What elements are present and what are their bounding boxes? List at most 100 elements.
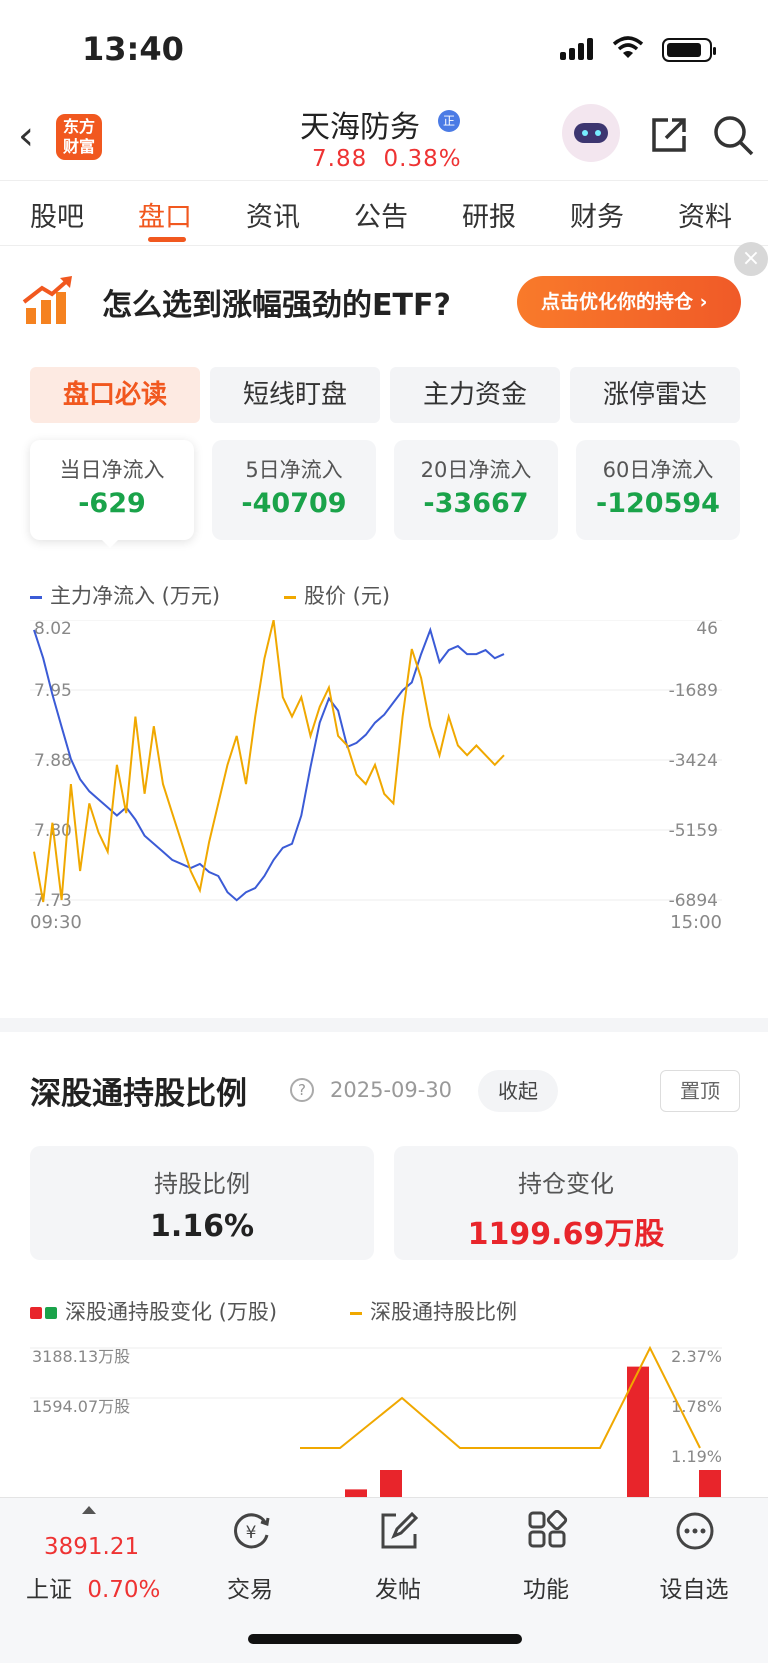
section-divider: [0, 1018, 768, 1032]
nav-post-label: 发帖: [375, 1577, 421, 1603]
intraday-flow-chart[interactable]: 8.02 467.95 -16897.88 -34247.80 -51597.73 -68…: [0, 620, 768, 1000]
flow-card-5d[interactable]: 5日净流入 -40709: [212, 440, 376, 540]
edit-icon: [381, 1511, 419, 1549]
left-tick-label: 1594.07万股: [32, 1397, 130, 1416]
flow-value: -33667: [423, 488, 529, 519]
legend-flow: 主力净流入 (万元): [30, 580, 220, 610]
flow-label: 当日净流入: [59, 458, 165, 482]
subtab-main-funds[interactable]: 主力资金: [390, 367, 560, 423]
price-change: 0.38%: [383, 146, 462, 172]
legend-holding-change: 深股通持股变化 (万股): [30, 1296, 277, 1326]
holding-bar-chart[interactable]: 3188.13万股1594.07万股2.37%1.78%1.19%: [0, 1340, 768, 1500]
index-change: 0.70%: [87, 1577, 161, 1603]
card-pointer: [100, 538, 120, 548]
collapse-button[interactable]: 收起: [478, 1070, 558, 1112]
flow-value: -120594: [596, 488, 720, 519]
battery-icon: [662, 38, 716, 62]
share-icon[interactable]: [648, 114, 690, 156]
price-series-line: [33, 620, 505, 903]
header: ‹ 东方财富 天海防务 正 7.88 0.38%: [0, 96, 768, 180]
stock-name: 天海防务: [300, 110, 420, 145]
index-value[interactable]: 3891.21: [44, 1534, 139, 1560]
x-tick-label: 15:00: [670, 912, 722, 933]
main-tabs: 股吧 盘口 资讯 公告 研报 财务 资料: [0, 180, 768, 246]
flow-card-today[interactable]: 当日净流入 -629: [30, 440, 194, 540]
change-label: 持仓变化: [518, 1170, 614, 1198]
back-icon[interactable]: ‹: [18, 116, 34, 156]
subtab-limit-up-radar[interactable]: 涨停雷达: [570, 367, 740, 423]
flow-value: -629: [78, 488, 146, 519]
tab-research[interactable]: 研报: [462, 195, 516, 234]
flow-series-line: [33, 626, 505, 902]
tab-news[interactable]: 资讯: [246, 195, 300, 234]
right-tick-label: 46: [696, 620, 718, 639]
active-tab-indicator: [148, 237, 186, 242]
legend-holding-change-label: 深股通持股变化 (万股): [65, 1300, 278, 1324]
tab-guba[interactable]: 股吧: [30, 195, 84, 234]
left-tick-label: 8.02: [34, 620, 72, 639]
ratio-card: 持股比例 1.16%: [30, 1146, 374, 1260]
home-indicator: [248, 1634, 522, 1644]
right-tick-label: 2.37%: [671, 1347, 722, 1366]
change-value: 1199.69万股: [467, 1217, 665, 1252]
stock-price: 7.88 0.38%: [312, 146, 462, 172]
subtab-short-term[interactable]: 短线盯盘: [210, 367, 380, 423]
index-quote[interactable]: 上证 0.70%: [26, 1570, 160, 1604]
nav-add-watchlist-label: 设自选: [659, 1577, 729, 1603]
flow-card-60d[interactable]: 60日净流入 -120594: [576, 440, 740, 540]
holding-change-bar: [699, 1470, 721, 1500]
ratio-label: 持股比例: [154, 1170, 250, 1198]
left-tick-label: 3188.13万股: [32, 1347, 130, 1366]
flow-card-20d[interactable]: 20日净流入 -33667: [394, 440, 558, 540]
left-tick-label: 7.88: [34, 751, 72, 771]
legend-price-label: 股价 (元): [304, 584, 391, 608]
nav-trade-label: 交易: [227, 1577, 273, 1603]
svg-text:¥: ¥: [246, 1523, 257, 1543]
legend-flow-label: 主力净流入 (万元): [50, 584, 221, 608]
banner-text: 怎么选到涨幅强劲的ETF?: [102, 288, 451, 323]
legend-holding-ratio: 深股通持股比例: [350, 1296, 517, 1326]
flow-label: 60日净流入: [602, 458, 714, 482]
tab-profile[interactable]: 资料: [678, 195, 732, 234]
left-tick-label: 7.73: [34, 891, 72, 911]
right-tick-label: 1.19%: [671, 1447, 722, 1466]
price-value: 7.88: [312, 146, 368, 172]
rising-chart-icon: [22, 276, 72, 324]
grid-icon: [528, 1510, 568, 1548]
tab-pankou[interactable]: 盘口: [138, 195, 192, 234]
app-logo: 东方财富: [56, 114, 102, 160]
nav-functions-label: 功能: [523, 1577, 569, 1603]
assistant-avatar[interactable]: [562, 104, 620, 162]
holding-date: 2025-09-30: [330, 1078, 453, 1102]
legend-holding-ratio-label: 深股通持股比例: [370, 1300, 517, 1324]
legend-price: 股价 (元): [284, 580, 390, 610]
right-tick-label: -5159: [669, 821, 718, 841]
verified-badge: 正: [438, 110, 460, 132]
status-time: 13:40: [82, 30, 184, 68]
banner-cta-button[interactable]: 点击优化你的持仓 ›: [517, 276, 741, 328]
tab-announcements[interactable]: 公告: [354, 195, 408, 234]
x-tick-label: 09:30: [30, 912, 82, 933]
pin-top-button[interactable]: 置顶: [660, 1070, 740, 1112]
banner-close-icon[interactable]: ×: [734, 242, 768, 276]
section-title: 深股通持股比例: [30, 1076, 247, 1112]
promo-banner[interactable]: 怎么选到涨幅强劲的ETF? 点击优化你的持仓 ›: [0, 250, 768, 350]
flow-value: -40709: [241, 488, 347, 519]
subtab-must-read[interactable]: 盘口必读: [30, 367, 200, 423]
signal-icon: [560, 38, 596, 60]
change-card: 持仓变化 1199.69万股: [394, 1146, 738, 1260]
more-icon: [676, 1512, 714, 1550]
wifi-icon: [612, 36, 644, 58]
tab-finance[interactable]: 财务: [570, 195, 624, 234]
right-tick-label: -3424: [669, 751, 718, 771]
flow-label: 5日净流入: [245, 458, 343, 482]
index-name: 上证: [26, 1577, 72, 1603]
search-icon[interactable]: [712, 114, 754, 156]
trade-icon: ¥: [234, 1513, 270, 1549]
holding-change-bar: [380, 1470, 402, 1500]
help-icon[interactable]: ?: [290, 1078, 314, 1102]
flow-label: 20日净流入: [420, 458, 532, 482]
status-bar: 13:40: [0, 0, 768, 100]
ratio-value: 1.16%: [149, 1209, 255, 1244]
caret-up-icon: [82, 1506, 96, 1514]
